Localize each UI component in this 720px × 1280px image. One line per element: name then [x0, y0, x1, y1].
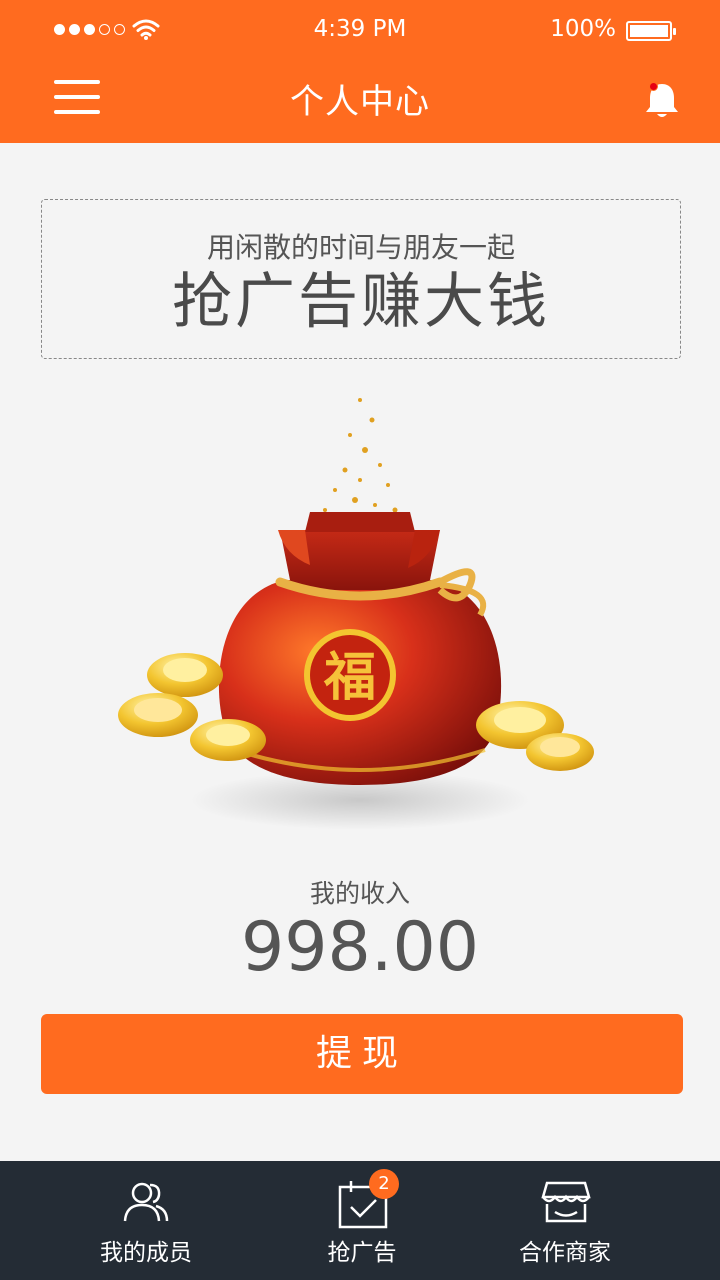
members-icon — [123, 1182, 169, 1222]
fortune-bag-illustration: 福 — [118, 398, 594, 830]
tab-grab-ads-label: 抢广告 — [327, 1240, 397, 1266]
slogan-banner: 用闲散的时间与朋友一起 抢广告赚大钱 — [41, 199, 681, 359]
shop-icon — [541, 1181, 591, 1223]
tab-partner-merchants-label: 合作商家 — [519, 1240, 611, 1266]
fu-character: 福 — [323, 647, 376, 708]
notification-badge: 2 — [369, 1169, 399, 1199]
notification-button[interactable] — [640, 78, 684, 122]
notification-dot — [649, 82, 658, 91]
bottom-tab-bar: 我的成员 2 抢广告 合作商家 — [0, 1161, 720, 1280]
gold-ingots-right — [476, 701, 594, 771]
bell-icon — [646, 84, 678, 117]
tab-partner-merchants[interactable]: 合作商家 — [465, 1161, 665, 1280]
battery-icon — [626, 21, 676, 41]
income-value: 998.00 — [241, 908, 479, 987]
slogan-title: 抢广告赚大钱 — [172, 267, 550, 337]
tab-members-label: 我的成员 — [100, 1240, 192, 1266]
battery-percent: 100% — [550, 16, 616, 42]
slogan-subtitle: 用闲散的时间与朋友一起 — [206, 231, 515, 264]
tab-members[interactable]: 我的成员 — [46, 1161, 246, 1280]
app-header: 4:39 PM 100% 个人中心 — [0, 0, 720, 143]
status-bar: 4:39 PM 100% — [0, 0, 720, 60]
income-label: 我的收入 — [309, 879, 410, 908]
tab-grab-ads[interactable]: 2 抢广告 — [262, 1161, 462, 1280]
withdraw-button[interactable]: 提现 — [41, 1014, 683, 1094]
page-title: 个人中心 — [290, 82, 430, 122]
sparkles — [323, 398, 398, 523]
